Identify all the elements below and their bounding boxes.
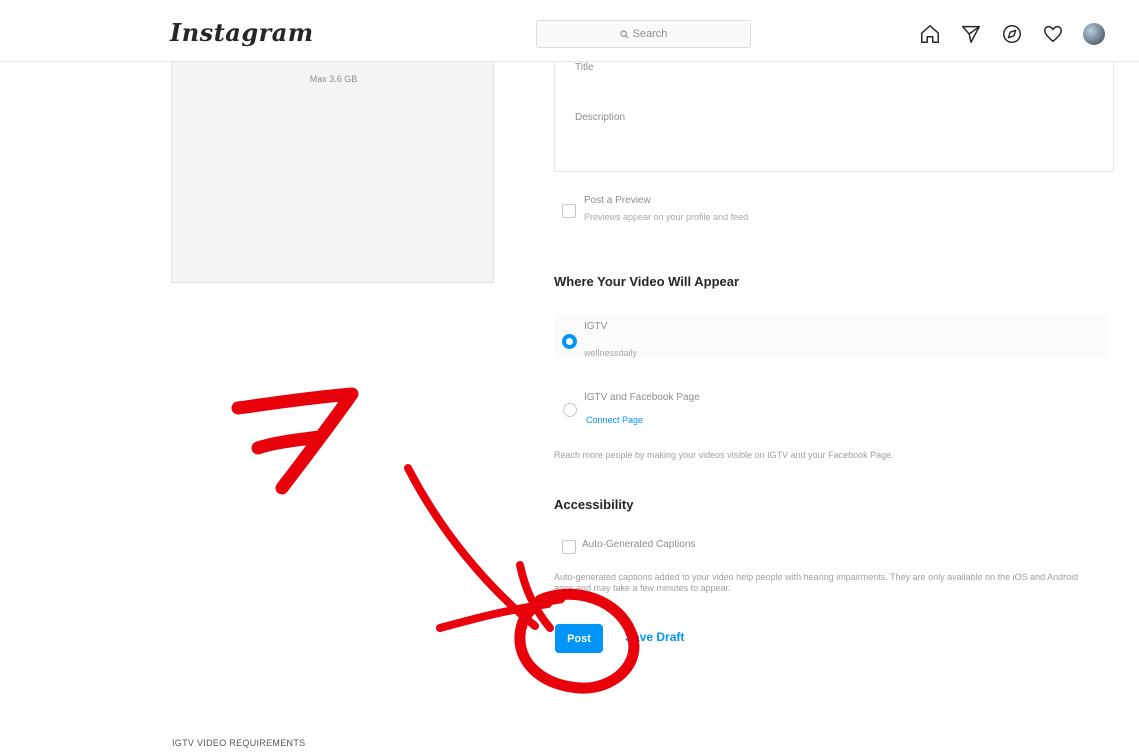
description-field[interactable]: Description: [575, 112, 625, 123]
post-preview-subtext: Previews appear on your profile and feed: [584, 212, 749, 222]
captions-note: Auto-generated captions added to your vi…: [554, 572, 1079, 593]
title-description-box: Title Description: [554, 62, 1114, 172]
title-field[interactable]: Title: [575, 62, 594, 73]
search-icon: [619, 29, 629, 38]
igtv-option-label: IGTV: [584, 321, 608, 332]
igtv-option[interactable]: [554, 314, 1109, 358]
post-preview-label: Post a Preview: [584, 195, 651, 206]
nav-icons: [918, 22, 1106, 46]
profile-avatar[interactable]: [1082, 22, 1106, 46]
igtv-facebook-option-label: IGTV and Facebook Page: [584, 392, 700, 403]
igtv-radio[interactable]: [562, 334, 577, 349]
activity-heart-icon[interactable]: [1041, 22, 1065, 46]
upload-max-size: Max 3.6 GB: [309, 74, 358, 84]
explore-icon[interactable]: [1000, 22, 1024, 46]
search-placeholder: Search: [632, 28, 668, 40]
reach-note: Reach more people by making your videos …: [554, 450, 894, 460]
auto-captions-label: Auto-Generated Captions: [582, 539, 696, 550]
avatar: [1083, 23, 1105, 45]
home-icon[interactable]: [918, 22, 942, 46]
save-draft-button[interactable]: Save Draft: [625, 630, 684, 644]
post-preview-checkbox[interactable]: [562, 204, 576, 218]
auto-captions-checkbox[interactable]: [562, 540, 576, 554]
post-button[interactable]: Post: [555, 624, 603, 653]
igtv-video-requirements-heading: IGTV VIDEO REQUIREMENTS: [172, 738, 306, 748]
direct-icon[interactable]: [959, 22, 983, 46]
search-input[interactable]: Search: [536, 20, 751, 48]
igtv-facebook-radio[interactable]: [563, 403, 577, 417]
step-number-seven-mark: [231, 387, 359, 495]
instagram-logo[interactable]: Instagram: [170, 18, 314, 47]
where-video-heading: Where Your Video Will Appear: [554, 274, 740, 289]
top-navigation-bar: Instagram Search: [0, 0, 1139, 62]
accessibility-heading: Accessibility: [554, 497, 634, 512]
video-upload-area[interactable]: Max 3.6 GB: [171, 62, 494, 283]
arrow-shaft-mark: [404, 464, 539, 630]
arrow-head-mark: [436, 561, 554, 632]
connect-page-link[interactable]: Connect Page: [586, 415, 643, 425]
igtv-account-name: wellnessdaily: [584, 348, 638, 358]
